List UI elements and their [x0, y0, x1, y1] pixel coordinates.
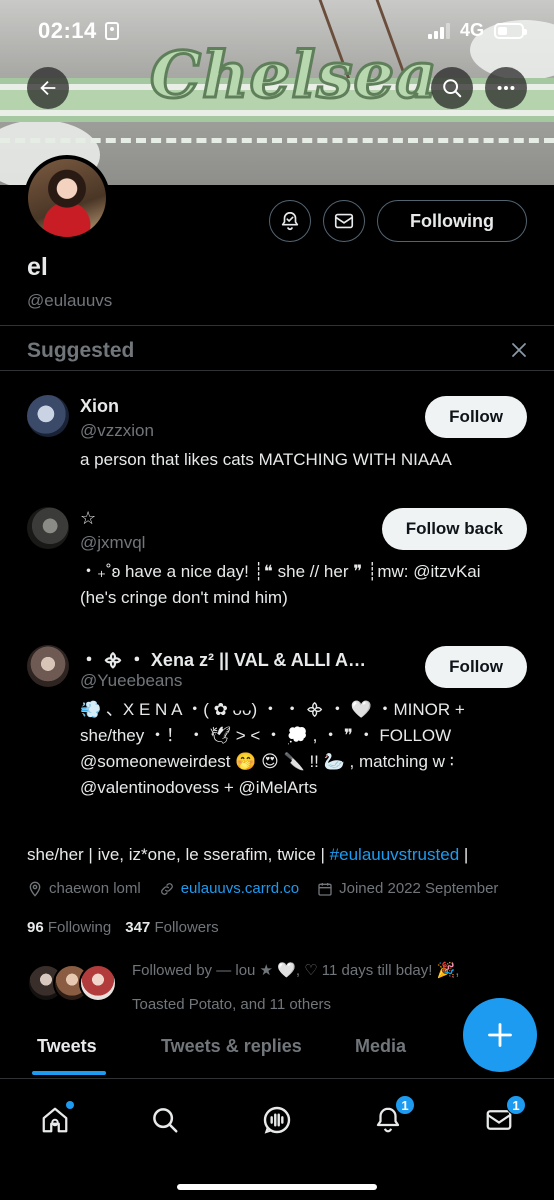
follow-back-button[interactable]: Follow back — [381, 508, 527, 550]
tab-media[interactable]: Media — [355, 1036, 406, 1057]
followed-by-line: Followed by — lou ★ 🤍, ♡ 11 days till bd… — [132, 962, 460, 979]
divider — [0, 325, 554, 326]
follow-counts: 96 Following 347 Followers — [27, 919, 219, 936]
notifications-badge: 1 — [395, 1095, 415, 1115]
suggested-user-avatar[interactable] — [27, 507, 69, 549]
nav-home[interactable] — [38, 1101, 74, 1137]
suggested-user-name: ・ ᯽ ・ Xena z² || VAL & ALLI AP... — [80, 650, 370, 670]
message-button[interactable] — [323, 200, 366, 242]
following-count-link[interactable]: 96 Following — [27, 919, 111, 936]
portrait-lock-icon — [104, 22, 119, 40]
nav-spaces[interactable] — [260, 1103, 294, 1137]
calendar-icon — [318, 882, 332, 896]
tab-tweets-replies[interactable]: Tweets & replies — [161, 1036, 302, 1057]
followers-count-link[interactable]: 347 Followers — [125, 919, 218, 936]
home-indicator[interactable] — [177, 1184, 377, 1190]
profile-actions: Following — [269, 200, 527, 242]
profile-handle: @eulauuvs — [27, 291, 113, 310]
close-icon — [512, 343, 526, 357]
bell-check-icon — [281, 211, 299, 231]
bio-text: she/her | ive, iz*one, le sserafim, twic… — [27, 845, 330, 864]
suggested-user-bio: a person that likes cats MATCHING WITH N… — [80, 450, 452, 469]
divider — [0, 370, 554, 371]
home-icon — [42, 1107, 68, 1133]
suggested-user-avatar[interactable] — [27, 645, 69, 687]
status-time-text: 02:14 — [38, 18, 97, 43]
suggested-user-handle: @jxmvql — [80, 533, 146, 552]
following-button[interactable]: Following — [377, 200, 527, 242]
following-count: 96 — [27, 919, 44, 936]
suggested-user-handle: @vzzxion — [80, 421, 154, 440]
messages-badge: 1 — [506, 1095, 526, 1115]
compose-tweet-button[interactable] — [463, 998, 537, 1072]
location-pin-icon — [29, 881, 41, 897]
location-text: chaewon loml — [49, 880, 141, 897]
search-icon — [153, 1108, 178, 1133]
close-suggested-button[interactable] — [510, 341, 528, 364]
suggested-user-bio: 💨 、X E N A ・( ✿ ᴗᴗ) ・ ・ ᯽ ・ 🤍 ・MINOR + s… — [80, 700, 465, 797]
banner-dash — [0, 138, 554, 143]
status-indicators: 4G — [427, 20, 527, 41]
follow-button[interactable]: Follow — [425, 396, 527, 438]
nav-search[interactable] — [148, 1103, 182, 1137]
display-name: el — [27, 253, 48, 281]
nav-messages[interactable]: 1 — [482, 1095, 526, 1137]
spaces-icon — [263, 1106, 291, 1134]
suggested-user-bio: ・₊˚ʚ have a nice day! ┊❝ she // her ❞ ┊m… — [80, 562, 481, 607]
plus-icon — [488, 1023, 512, 1047]
tab-tweets[interactable]: Tweets — [37, 1036, 97, 1057]
active-tab-indicator — [32, 1071, 106, 1075]
followers-label: Followers — [154, 919, 219, 936]
suggested-user-name: ☆ — [80, 508, 97, 528]
search-icon — [443, 79, 462, 98]
status-bar: 02:14 4G — [0, 0, 554, 60]
suggested-user-avatar[interactable] — [27, 395, 69, 437]
back-button[interactable] — [27, 67, 69, 109]
status-time: 02:14 — [38, 18, 119, 44]
bottom-navigation: 1 1 — [0, 1078, 554, 1200]
signal-icon — [427, 22, 450, 39]
profile-bio: she/her | ive, iz*one, le sserafim, twic… — [27, 845, 468, 865]
more-dots-icon — [497, 85, 515, 91]
suggested-title: Suggested — [27, 339, 135, 362]
follow-button[interactable]: Follow — [425, 646, 527, 688]
profile-meta: chaewon loml eulauuvs.carrd.co Joined 20… — [27, 880, 498, 897]
battery-icon — [494, 22, 527, 39]
location-item: chaewon loml — [27, 880, 141, 897]
back-arrow-icon — [40, 80, 56, 96]
unread-dot — [66, 1101, 74, 1109]
link-icon — [160, 882, 173, 895]
joined-text: Joined 2022 September — [339, 880, 499, 897]
network-label: 4G — [459, 20, 484, 40]
nav-notifications[interactable]: 1 — [371, 1095, 415, 1137]
notifications-toggle-button[interactable] — [269, 200, 312, 242]
search-button[interactable] — [431, 67, 473, 109]
joined-item: Joined 2022 September — [317, 880, 498, 897]
bio-tail: | — [459, 845, 469, 864]
envelope-icon — [334, 213, 354, 229]
bio-hashtag-link[interactable]: #eulauuvstrusted — [330, 845, 459, 864]
profile-avatar[interactable] — [24, 155, 110, 241]
following-label: Following — [47, 919, 112, 936]
website-item[interactable]: eulauuvs.carrd.co — [159, 880, 299, 897]
followed-by-avatars — [27, 964, 119, 1004]
suggested-user-handle: @Yueebeans — [80, 671, 183, 690]
suggested-user-name: Xion — [80, 396, 119, 416]
followers-count: 347 — [125, 919, 151, 936]
avatar — [79, 964, 117, 1002]
more-options-button[interactable] — [485, 67, 527, 109]
website-link[interactable]: eulauuvs.carrd.co — [181, 880, 299, 897]
